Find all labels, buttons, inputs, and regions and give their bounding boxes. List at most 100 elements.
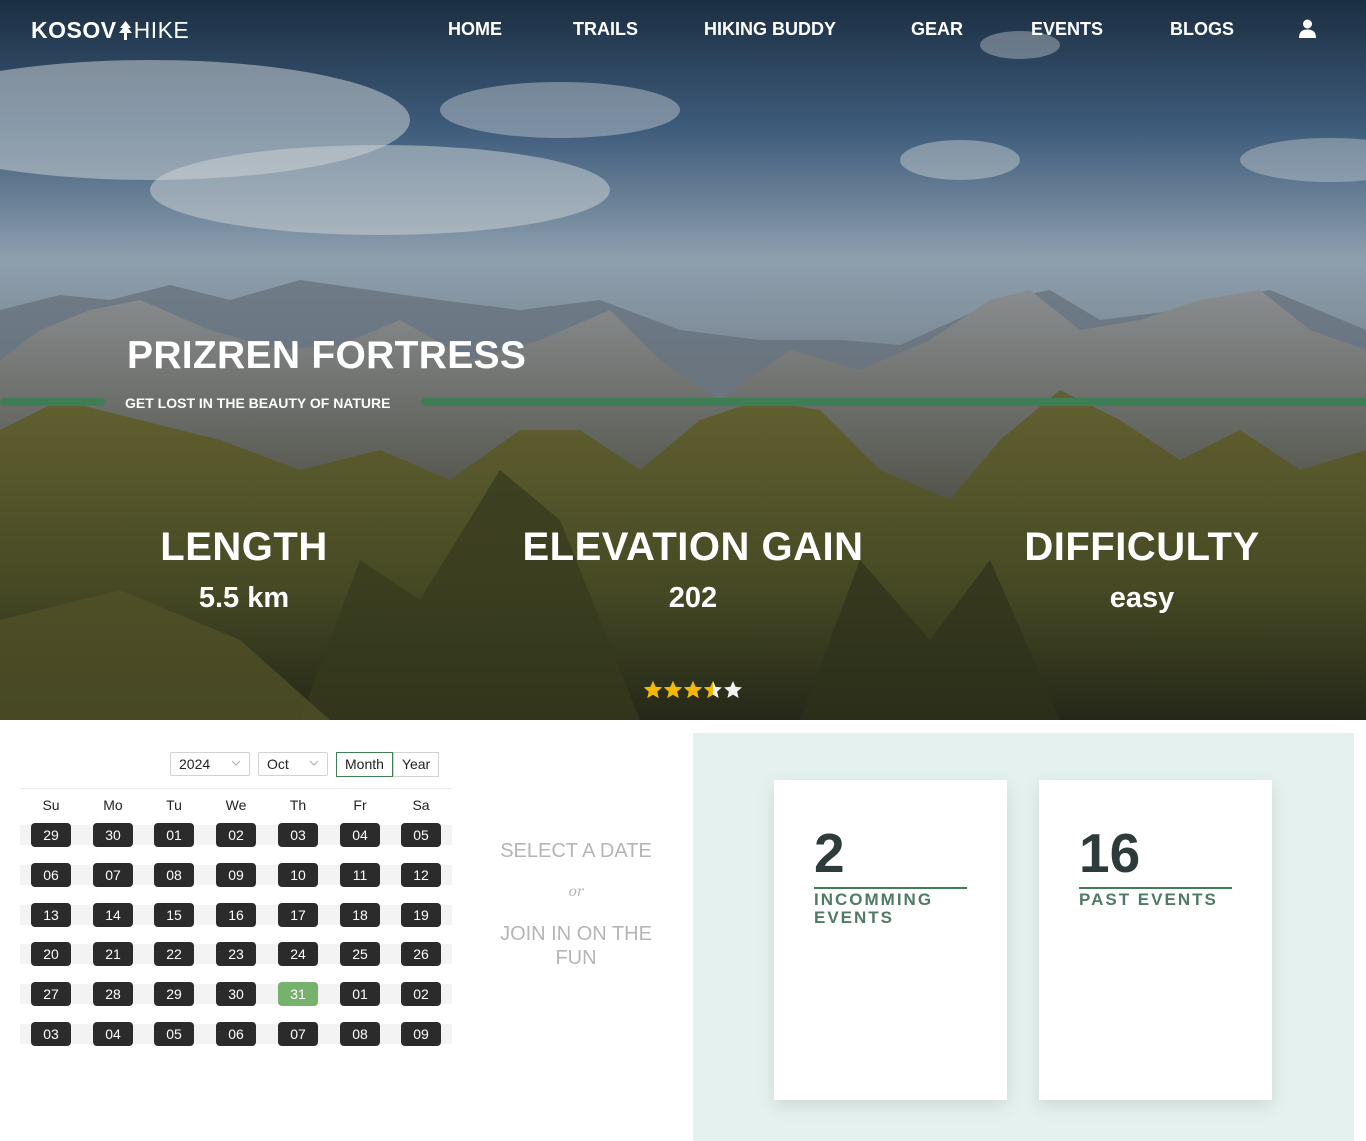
- calendar-day[interactable]: 03: [31, 1022, 71, 1046]
- calendar-header-divider: [20, 788, 452, 789]
- calendar-day[interactable]: 23: [216, 942, 256, 967]
- calendar-day[interactable]: 03: [278, 823, 318, 847]
- trail-tagline: GET LOST IN THE BEAUTY OF NATURE: [125, 395, 391, 411]
- calendar-day[interactable]: 18: [340, 902, 380, 927]
- calendar-day[interactable]: 21: [93, 942, 133, 967]
- calendar-day[interactable]: 05: [154, 1022, 194, 1046]
- calendar-day[interactable]: 26: [401, 942, 441, 967]
- star-slot[interactable]: [723, 680, 743, 700]
- calendar-day[interactable]: 07: [278, 1022, 318, 1046]
- incoming-events-card[interactable]: 2 INCOMMING EVENTS: [774, 780, 1007, 1100]
- past-events-label: PAST EVENTS: [1079, 890, 1218, 909]
- calendar-day[interactable]: 07: [93, 862, 133, 887]
- chevron-down-icon: [309, 760, 319, 766]
- main-nav: HOME TRAILS HIKING BUDDY GEAR EVENTS BLO…: [0, 19, 1366, 43]
- calendar-day[interactable]: 22: [154, 942, 194, 967]
- calendar-day[interactable]: 02: [401, 982, 441, 1007]
- weekday-header: Sa: [412, 797, 430, 813]
- nav-events[interactable]: EVENTS: [1031, 19, 1103, 40]
- past-events-count: 16: [1079, 822, 1141, 884]
- calendar-day[interactable]: 14: [93, 902, 133, 927]
- calendar-day[interactable]: 28: [93, 982, 133, 1007]
- stat-elevation-gain: ELEVATION GAIN 202: [483, 525, 903, 615]
- calendar-day[interactable]: 31: [278, 982, 318, 1007]
- star-rating[interactable]: [643, 680, 745, 700]
- event-calendar: [0, 720, 470, 1141]
- calendar-day[interactable]: 10: [278, 862, 318, 887]
- star-icon[interactable]: [663, 680, 683, 700]
- or-separator: or: [568, 884, 584, 900]
- weekday-header: Fr: [353, 797, 367, 813]
- calendar-day[interactable]: 27: [31, 982, 71, 1007]
- stat-length: LENGTH 5.5 km: [34, 525, 454, 615]
- year-select-value: 2024: [179, 756, 211, 772]
- calendar-day[interactable]: 13: [31, 902, 71, 927]
- calendar-mode-switch: Month Year: [336, 752, 440, 777]
- user-icon[interactable]: [1298, 19, 1317, 38]
- weekday-header: Tu: [166, 797, 182, 813]
- calendar-day[interactable]: 06: [216, 1022, 256, 1046]
- calendar-day[interactable]: 30: [93, 823, 133, 847]
- calendar-day[interactable]: 08: [340, 1022, 380, 1046]
- calendar-day[interactable]: 17: [278, 902, 318, 927]
- stat-value: 5.5 km: [198, 582, 290, 614]
- calendar-day[interactable]: 29: [154, 982, 194, 1007]
- calendar-day[interactable]: 11: [340, 862, 380, 887]
- past-events-card[interactable]: 16 PAST EVENTS: [1039, 780, 1272, 1100]
- mode-month-button[interactable]: Month: [336, 752, 393, 777]
- nav-blogs[interactable]: BLOGS: [1170, 19, 1234, 40]
- star-slot[interactable]: [703, 680, 723, 700]
- nav-hiking-buddy[interactable]: HIKING BUDDY: [704, 19, 836, 40]
- star-icon[interactable]: [703, 680, 723, 700]
- stat-value: 202: [668, 582, 718, 614]
- nav-home[interactable]: HOME: [448, 19, 502, 40]
- calendar-day[interactable]: 29: [31, 823, 71, 847]
- calendar-day[interactable]: 25: [340, 942, 380, 967]
- star-slot[interactable]: [683, 680, 703, 700]
- calendar-day[interactable]: 02: [216, 823, 256, 847]
- calendar-day[interactable]: 04: [93, 1022, 133, 1046]
- stat-difficulty: DIFFICULTY easy: [932, 525, 1352, 615]
- calendar-day[interactable]: 19: [401, 902, 441, 927]
- nav-trails[interactable]: TRAILS: [573, 19, 638, 40]
- stat-label: ELEVATION GAIN: [522, 525, 864, 569]
- trail-title: PRIZREN FORTRESS: [127, 334, 527, 377]
- nav-gear[interactable]: GEAR: [911, 19, 963, 40]
- star-icon[interactable]: [683, 680, 703, 700]
- star-slot[interactable]: [663, 680, 683, 700]
- title-divider-right: [421, 398, 1366, 406]
- star-slot[interactable]: [643, 680, 663, 700]
- year-select[interactable]: 2024: [170, 752, 250, 776]
- calendar-day[interactable]: 08: [154, 862, 194, 887]
- calendar-day[interactable]: 16: [216, 902, 256, 927]
- calendar-day[interactable]: 09: [216, 862, 256, 887]
- calendar-day[interactable]: 30: [216, 982, 256, 1007]
- stat-label: DIFFICULTY: [1024, 525, 1260, 569]
- stat-label: LENGTH: [160, 525, 328, 569]
- month-select[interactable]: Oct: [258, 752, 328, 776]
- calendar-day[interactable]: 05: [401, 823, 441, 847]
- weekday-header: Mo: [103, 797, 123, 813]
- card-underline: [814, 887, 967, 889]
- calendar-day[interactable]: 15: [154, 902, 194, 927]
- star-icon[interactable]: [723, 680, 743, 700]
- calendar-day[interactable]: 12: [401, 862, 441, 887]
- top-navigation-bar: KOSOV HIKE HOME TRAILS HIKING BUDDY GEAR…: [0, 0, 1366, 60]
- chevron-down-icon: [231, 760, 241, 766]
- mode-year-button[interactable]: Year: [392, 752, 440, 777]
- calendar-day[interactable]: 09: [401, 1022, 441, 1046]
- calendar-day[interactable]: 20: [31, 942, 71, 967]
- calendar-day[interactable]: 01: [340, 982, 380, 1007]
- calendar-day[interactable]: 24: [278, 942, 318, 967]
- weekday-header: Su: [42, 797, 60, 813]
- calendar-day[interactable]: 01: [154, 823, 194, 847]
- title-divider-left: [0, 398, 105, 406]
- stat-value: easy: [1109, 582, 1175, 614]
- calendar-day[interactable]: 04: [340, 823, 380, 847]
- weekday-header: Th: [289, 797, 307, 813]
- calendar-day[interactable]: 06: [31, 862, 71, 887]
- incoming-events-label: INCOMMING EVENTS: [814, 890, 934, 927]
- star-icon[interactable]: [643, 680, 663, 700]
- select-date-prompt: SELECT A DATE: [500, 840, 652, 862]
- join-fun-prompt: JOIN IN ON THE FUN: [500, 923, 652, 969]
